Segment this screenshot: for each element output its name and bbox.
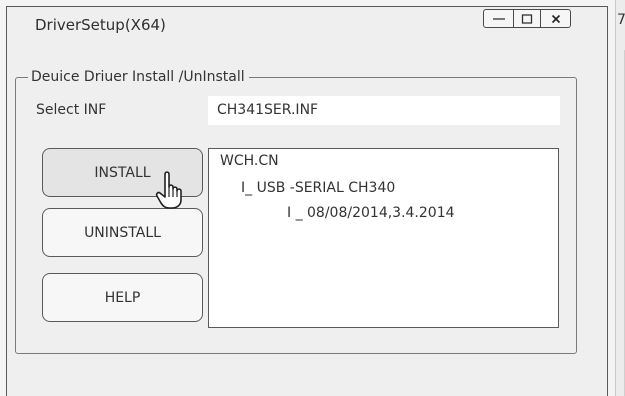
window-title: DriverSetup(X64) xyxy=(35,16,166,34)
uninstall-button[interactable]: UNINSTALL xyxy=(42,208,203,257)
maximize-icon xyxy=(521,13,533,24)
screen: DriverSetup(X64) Deuice Driuer Install /… xyxy=(0,0,625,396)
hand-pointer-icon xyxy=(155,171,182,209)
inf-file-field[interactable]: CH341SER.INF xyxy=(208,96,560,125)
info-device: I_ USB -SERIAL CH340 xyxy=(241,180,396,196)
minimize-icon xyxy=(492,17,505,20)
minimize-button[interactable] xyxy=(483,9,514,28)
close-button[interactable] xyxy=(540,9,571,28)
select-inf-label: Select INF xyxy=(36,102,107,118)
maximize-button[interactable] xyxy=(513,9,541,28)
edge-title-fragment: 7 xyxy=(617,12,625,28)
title-bar[interactable]: DriverSetup(X64) xyxy=(7,7,607,39)
edge-border xyxy=(615,0,616,396)
help-button[interactable]: HELP xyxy=(42,273,203,322)
background-window-edge: 7 xyxy=(615,0,625,396)
info-vendor: WCH.CN xyxy=(220,153,279,169)
groupbox-legend: Deuice Driuer Install /UnInstall xyxy=(28,69,249,85)
info-version: I _ 08/08/2014,3.4.2014 xyxy=(287,205,455,221)
close-icon xyxy=(551,14,560,23)
driver-info-box xyxy=(208,148,559,328)
